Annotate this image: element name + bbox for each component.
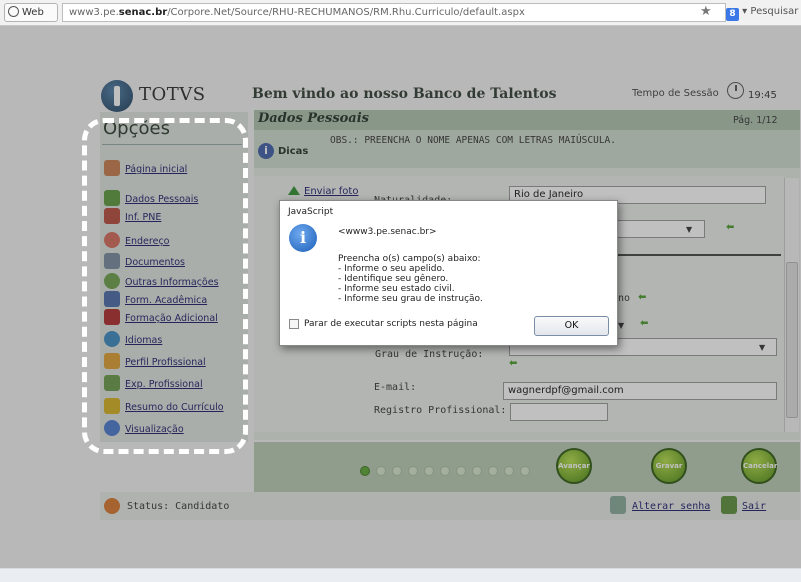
stop-scripts-label[interactable]: Parar de executar scripts nesta página xyxy=(304,319,478,329)
search-engine-icon: 8 xyxy=(726,8,739,21)
ok-button[interactable]: OK xyxy=(534,316,609,336)
search-box[interactable]: 8 ▾ Pesquisar xyxy=(726,3,801,22)
stop-scripts-checkbox[interactable] xyxy=(289,319,299,329)
info-icon: i xyxy=(289,224,317,252)
bottom-strip xyxy=(0,568,801,582)
address-bar[interactable]: www3.pe.senac.br/Corpore.Net/Source/RHU-… xyxy=(62,3,726,22)
web-button[interactable]: Web xyxy=(4,3,58,22)
highlight-dashed-frame xyxy=(82,118,248,454)
javascript-dialog: JavaScript i <www3.pe.senac.br> Preencha… xyxy=(279,200,618,346)
dialog-title: JavaScript xyxy=(288,207,334,217)
browser-toolbar: Web www3.pe.senac.br/Corpore.Net/Source/… xyxy=(0,0,801,26)
globe-icon xyxy=(8,6,19,17)
dialog-message: Preencha o(s) campo(s) abaixo: - Informe… xyxy=(338,254,483,304)
bookmark-star-icon[interactable]: ★ xyxy=(700,5,712,19)
dialog-origin: <www3.pe.senac.br> xyxy=(338,227,437,237)
